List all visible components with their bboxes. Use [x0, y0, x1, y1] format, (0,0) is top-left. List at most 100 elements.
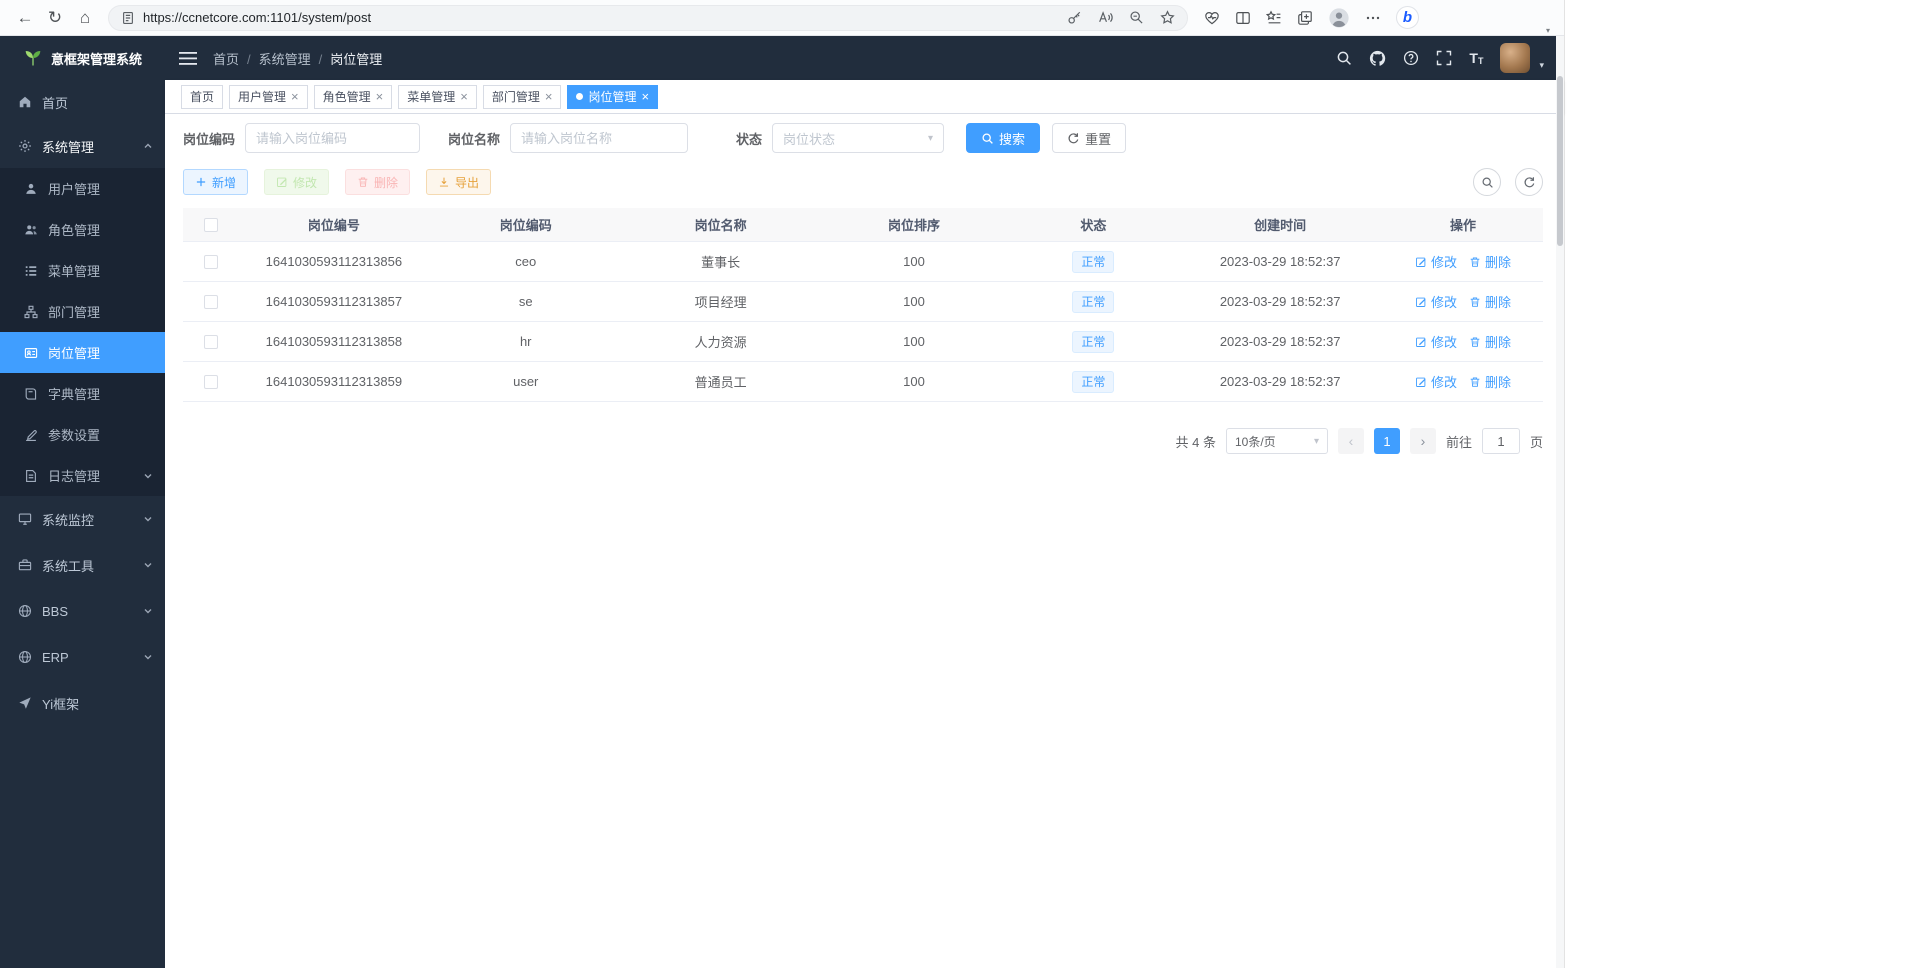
goto-page-input[interactable] [1482, 428, 1520, 454]
tab-post-mgmt[interactable]: 岗位管理 × [567, 85, 658, 109]
reset-button[interactable]: 重置 [1052, 123, 1126, 153]
row-delete-link[interactable]: 删除 [1469, 292, 1511, 311]
search-icon[interactable] [1336, 50, 1352, 66]
prev-page-button[interactable]: ‹ [1338, 428, 1364, 454]
app-logo: 意框架管理系统 [0, 36, 165, 80]
github-icon[interactable] [1369, 50, 1386, 67]
status-badge: 正常 [1072, 291, 1114, 313]
org-tree-icon [24, 305, 38, 319]
help-icon[interactable] [1403, 50, 1419, 66]
sidebar-item-label: 系统工具 [42, 556, 133, 575]
url-text[interactable]: https://ccnetcore.com:1101/system/post [143, 10, 1059, 25]
font-size-icon[interactable]: TT [1469, 50, 1483, 66]
close-icon[interactable]: × [291, 90, 299, 103]
tab-menu-mgmt[interactable]: 菜单管理 × [398, 85, 477, 109]
header-post-name: 岗位名称 [623, 215, 819, 234]
scrollbar-thumb[interactable] [1557, 76, 1563, 246]
sidebar-item-param-settings[interactable]: 参数设置 [0, 414, 165, 455]
fullscreen-icon[interactable] [1436, 50, 1452, 66]
row-delete-label: 删除 [1485, 252, 1511, 271]
chevron-down-icon[interactable]: ▾ [1539, 60, 1544, 71]
add-favorite-star-icon[interactable] [1160, 10, 1175, 25]
page-1-button[interactable]: 1 [1374, 428, 1400, 454]
search-button[interactable]: 搜索 [966, 123, 1040, 153]
sidebar-item-role-mgmt[interactable]: 角色管理 [0, 209, 165, 250]
row-delete-link[interactable]: 删除 [1469, 332, 1511, 351]
password-key-icon[interactable] [1067, 10, 1082, 25]
user-avatar[interactable] [1500, 43, 1530, 73]
edit-button[interactable]: 修改 [264, 169, 329, 195]
app-topbar: 首页 系统管理 岗位管理 TT ▾ [165, 36, 1564, 80]
profile-avatar-icon[interactable] [1328, 7, 1350, 29]
close-icon[interactable]: × [460, 90, 468, 103]
next-page-button[interactable]: › [1410, 428, 1436, 454]
zoom-icon[interactable] [1129, 10, 1144, 25]
row-delete-link[interactable]: 删除 [1469, 372, 1511, 391]
select-all-checkbox[interactable] [204, 218, 218, 232]
globe-icon [18, 650, 32, 664]
sidebar-item-system-tools[interactable]: 系统工具 [0, 542, 165, 588]
row-checkbox[interactable] [204, 335, 218, 349]
page-scrollbar[interactable] [1556, 36, 1564, 968]
sidebar-item-system-mgmt[interactable]: 系统管理 [0, 124, 165, 168]
bing-icon[interactable]: b [1396, 6, 1419, 29]
row-checkbox[interactable] [204, 255, 218, 269]
tab-dept-mgmt[interactable]: 部门管理 × [483, 85, 562, 109]
tab-role-mgmt[interactable]: 角色管理 × [314, 85, 393, 109]
refresh-table-button[interactable] [1515, 168, 1543, 196]
post-name-input[interactable] [510, 123, 688, 153]
row-delete-link[interactable]: 删除 [1469, 252, 1511, 271]
read-aloud-icon[interactable] [1098, 10, 1113, 25]
site-info-icon[interactable] [121, 11, 135, 25]
row-checkbox[interactable] [204, 295, 218, 309]
sidebar-item-dept-mgmt[interactable]: 部门管理 [0, 291, 165, 332]
menu-list-icon [24, 264, 38, 278]
sidebar-item-dict-mgmt[interactable]: 字典管理 [0, 373, 165, 414]
post-name-label: 岗位名称 [448, 129, 500, 148]
chevron-down-icon[interactable]: ▾ [1546, 26, 1550, 35]
add-button[interactable]: 新增 [183, 169, 248, 195]
sidebar-item-erp[interactable]: ERP [0, 634, 165, 680]
row-edit-link[interactable]: 修改 [1415, 372, 1457, 391]
page-size-value: 10条/页 [1235, 433, 1276, 450]
sidebar-item-yi-framework[interactable]: Yi框架 [0, 680, 165, 726]
sidebar-item-log-mgmt[interactable]: 日志管理 [0, 455, 165, 496]
browser-essentials-icon[interactable] [1204, 10, 1220, 26]
row-edit-link[interactable]: 修改 [1415, 292, 1457, 311]
sidebar-item-bbs[interactable]: BBS [0, 588, 165, 634]
close-icon[interactable]: × [641, 90, 649, 103]
row-checkbox[interactable] [204, 375, 218, 389]
sidebar-item-home[interactable]: 首页 [0, 80, 165, 124]
delete-button[interactable]: 删除 [345, 169, 410, 195]
breadcrumb-system-mgmt[interactable]: 系统管理 [239, 49, 311, 68]
home-button[interactable]: ⌂ [70, 4, 100, 32]
favorites-bar-icon[interactable] [1266, 10, 1282, 26]
status-select[interactable]: 岗位状态 ▾ [772, 123, 944, 153]
close-icon[interactable]: × [376, 90, 384, 103]
tab-home[interactable]: 首页 [181, 85, 223, 109]
page-size-select[interactable]: 10条/页 ▾ [1226, 428, 1328, 454]
tab-user-mgmt[interactable]: 用户管理 × [229, 85, 308, 109]
back-button[interactable]: ← [10, 4, 40, 32]
breadcrumb-home[interactable]: 首页 [213, 49, 239, 68]
cell-post-id: 1641030593112313858 [239, 334, 429, 349]
sidebar-item-system-monitor[interactable]: 系统监控 [0, 496, 165, 542]
sidebar-item-user-mgmt[interactable]: 用户管理 [0, 168, 165, 209]
address-bar[interactable]: https://ccnetcore.com:1101/system/post [108, 5, 1188, 31]
sidebar-item-post-mgmt[interactable]: 岗位管理 [0, 332, 165, 373]
toggle-search-button[interactable] [1473, 168, 1501, 196]
cell-post-sort: 100 [819, 374, 1010, 389]
settings-ellipsis-icon[interactable] [1365, 10, 1381, 26]
sidebar-toggle-icon[interactable] [179, 51, 197, 66]
row-edit-link[interactable]: 修改 [1415, 252, 1457, 271]
post-code-input[interactable] [245, 123, 420, 153]
collections-icon[interactable] [1297, 10, 1313, 26]
row-edit-link[interactable]: 修改 [1415, 332, 1457, 351]
split-screen-icon[interactable] [1235, 10, 1251, 26]
sidebar-item-menu-mgmt[interactable]: 菜单管理 [0, 250, 165, 291]
close-icon[interactable]: × [545, 90, 553, 103]
export-button[interactable]: 导出 [426, 169, 491, 195]
cell-actions: 修改 删除 [1383, 292, 1543, 311]
refresh-button[interactable]: ↻ [40, 4, 70, 32]
address-bar-icons [1067, 10, 1175, 25]
